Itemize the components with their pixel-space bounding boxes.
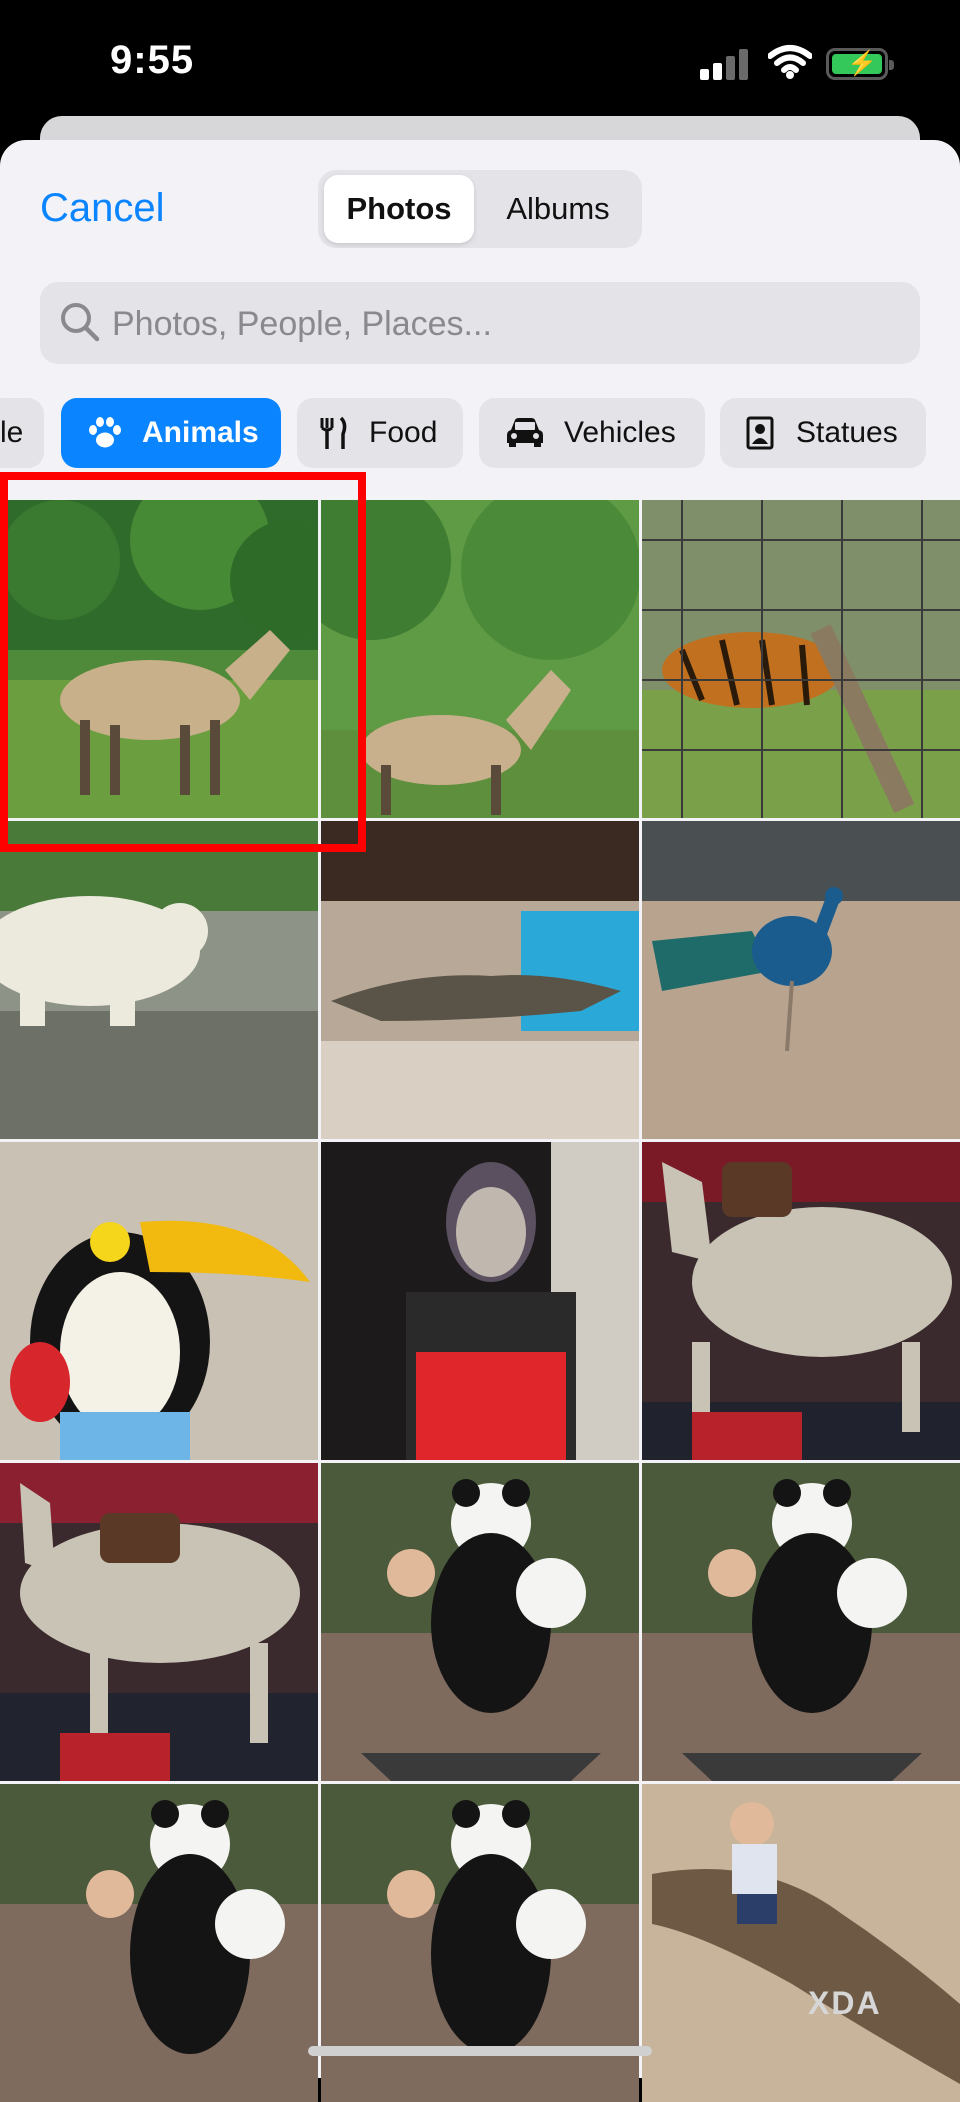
paw-icon bbox=[89, 417, 121, 448]
fork-knife-icon bbox=[320, 416, 347, 449]
category-chips: le Animals Food Vehicles Statues bbox=[0, 398, 960, 468]
photo-15[interactable] bbox=[642, 1784, 960, 2102]
photo-peacock bbox=[642, 821, 960, 1139]
photo-6[interactable] bbox=[642, 821, 960, 1139]
cancel-button[interactable]: Cancel bbox=[40, 186, 165, 231]
chip-label: Vehicles bbox=[564, 416, 676, 449]
photo-7[interactable] bbox=[0, 1142, 318, 1460]
photo-4[interactable] bbox=[0, 821, 318, 1139]
tab-albums[interactable]: Albums bbox=[480, 175, 636, 243]
photo-polar-bear bbox=[0, 821, 318, 1139]
photo-crocodile-statue bbox=[642, 1784, 960, 2102]
chip-label: Animals bbox=[142, 416, 259, 449]
photo-horse-statue bbox=[642, 1142, 960, 1460]
photo-iguana bbox=[321, 821, 639, 1139]
photo-panda-cutout bbox=[642, 1463, 960, 1781]
photo-5[interactable] bbox=[321, 821, 639, 1139]
photo-toucan-plush bbox=[0, 1142, 318, 1460]
photo-horse-grazing bbox=[0, 500, 318, 818]
photo-2[interactable] bbox=[321, 500, 639, 818]
chip-label: Statues bbox=[796, 416, 898, 449]
chip-label: le bbox=[0, 416, 24, 449]
cellular-signal-icon bbox=[700, 48, 750, 80]
car-icon bbox=[507, 418, 543, 447]
photo-9[interactable] bbox=[642, 1142, 960, 1460]
chip-food[interactable]: Food bbox=[297, 398, 463, 468]
photo-horse-statue bbox=[0, 1463, 318, 1781]
photo-13[interactable] bbox=[0, 1784, 318, 2102]
photo-12[interactable] bbox=[642, 1463, 960, 1781]
photo-horse-walking bbox=[321, 500, 639, 818]
photo-1[interactable] bbox=[0, 500, 318, 818]
search-input[interactable] bbox=[110, 282, 894, 366]
photo-11[interactable] bbox=[321, 1463, 639, 1781]
xda-watermark: XDA bbox=[808, 1985, 882, 2021]
chip-partial[interactable]: le bbox=[0, 398, 44, 468]
photo-panda-cutout bbox=[321, 1463, 639, 1781]
wifi-icon bbox=[768, 45, 812, 79]
home-indicator bbox=[308, 2046, 652, 2056]
photo-3[interactable] bbox=[642, 500, 960, 818]
photo-10[interactable] bbox=[0, 1463, 318, 1781]
status-time: 9:55 bbox=[110, 38, 195, 82]
search-bar[interactable] bbox=[40, 282, 920, 366]
photo-panda-cutout bbox=[0, 1784, 318, 2102]
status-bar: 9:55 ⚡ bbox=[0, 0, 960, 130]
photos-albums-segmented-control: Photos Albums bbox=[318, 170, 642, 248]
battery-icon: ⚡ bbox=[826, 48, 894, 80]
chip-animals[interactable]: Animals bbox=[61, 398, 281, 468]
chip-statues[interactable]: Statues bbox=[720, 398, 926, 468]
photo-8[interactable] bbox=[321, 1142, 639, 1460]
chip-vehicles[interactable]: Vehicles bbox=[479, 398, 705, 468]
photo-skull-mask bbox=[321, 1142, 639, 1460]
tab-photos[interactable]: Photos bbox=[324, 175, 474, 243]
search-icon bbox=[61, 303, 100, 342]
photo-tiger-fence bbox=[642, 500, 960, 818]
statue-frame-icon bbox=[746, 416, 774, 450]
chip-label: Food bbox=[369, 416, 438, 449]
